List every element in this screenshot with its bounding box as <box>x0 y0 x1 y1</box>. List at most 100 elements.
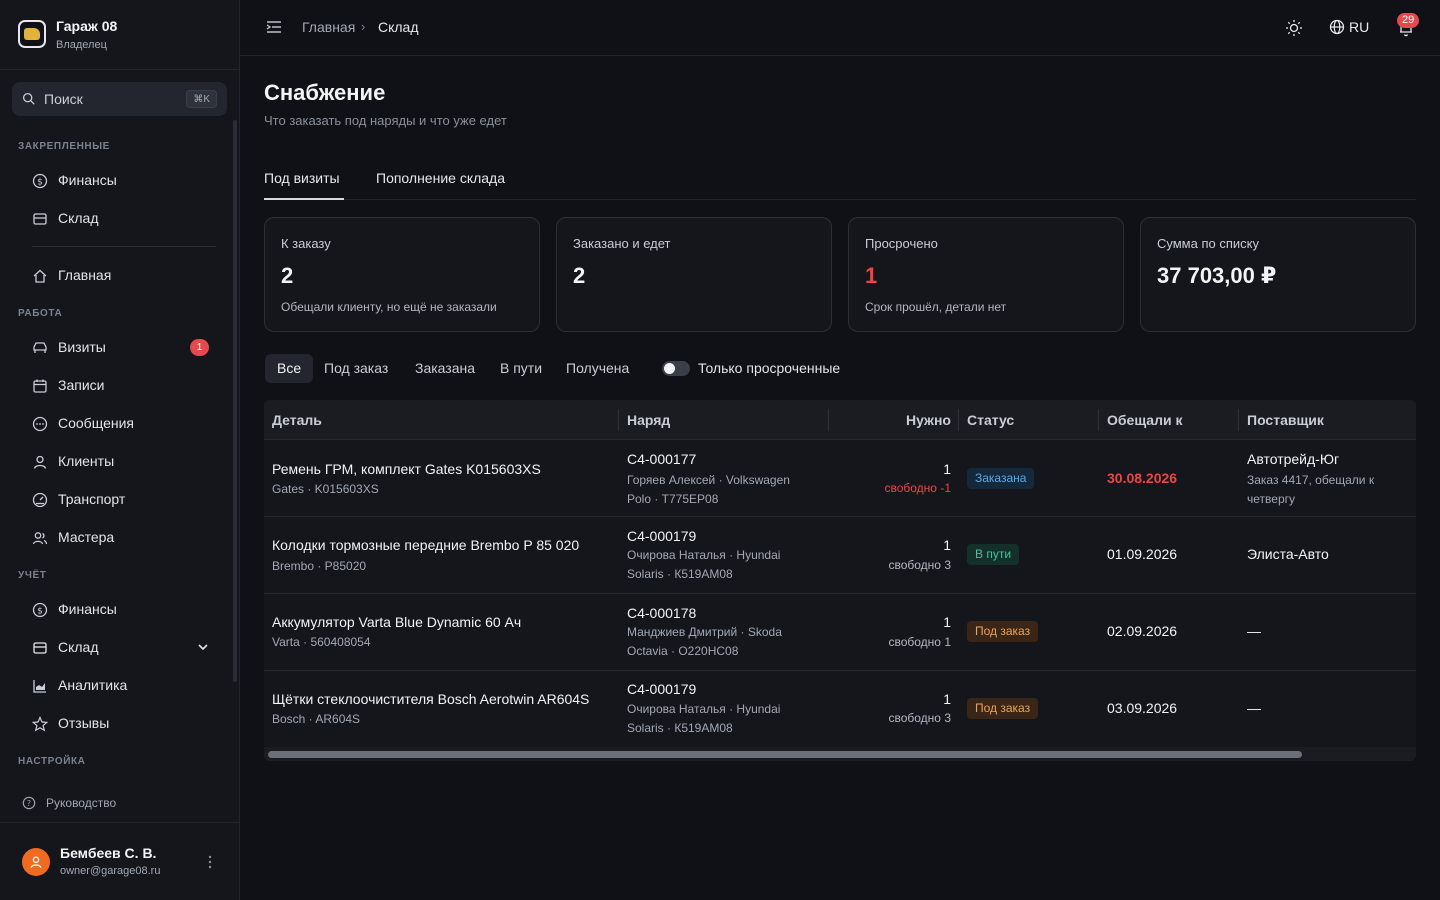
status-badge[interactable]: Под заказ <box>967 698 1039 719</box>
table-header: Деталь Наряд Нужно Статус Обещали к Пост… <box>264 400 1416 440</box>
tab-visits[interactable]: Под визиты <box>264 170 340 186</box>
sidebar-toggle-icon[interactable] <box>266 20 282 34</box>
sidebar-item-analytics[interactable]: Аналитика <box>12 668 227 702</box>
filter-to-order[interactable]: Под заказ <box>312 354 400 383</box>
stat-description: Срок прошёл, детали нет <box>865 300 1007 314</box>
sidebar-item-visits[interactable]: Визиты 1 <box>12 330 227 364</box>
tab-restock[interactable]: Пополнение склада <box>376 170 505 186</box>
sidebar-item-messages[interactable]: Сообщения <box>12 406 227 440</box>
breadcrumb-separator: › <box>361 19 366 34</box>
part-name: Аккумулятор Varta Blue Dynamic 60 Ач <box>272 614 522 630</box>
sidebar-item-appointments[interactable]: Записи <box>12 368 227 402</box>
table-row[interactable]: Аккумулятор Varta Blue Dynamic 60 Ач Var… <box>264 594 1416 671</box>
col-promised[interactable]: Обещали к <box>1107 412 1183 428</box>
free-qty: свободно 1 <box>888 635 951 649</box>
col-status[interactable]: Статус <box>967 412 1014 428</box>
box-icon <box>33 213 47 225</box>
stat-label: Сумма по списку <box>1157 236 1259 251</box>
sidebar-item-vehicles[interactable]: Транспорт <box>12 482 227 516</box>
users-icon <box>32 532 48 545</box>
search-input[interactable]: Поиск ⌘K <box>12 82 227 116</box>
svg-text:?: ? <box>27 799 31 808</box>
col-order[interactable]: Наряд <box>627 412 670 428</box>
status-badge[interactable]: Под заказ <box>967 621 1039 642</box>
sidebar-item-pinned-warehouse[interactable]: Склад <box>12 201 227 235</box>
sidebar-item-clients[interactable]: Клиенты <box>12 444 227 478</box>
filter-all[interactable]: Все <box>265 354 314 383</box>
order-client: Горяев Алексей · Volkswagen <box>627 473 790 487</box>
col-part[interactable]: Деталь <box>272 412 322 428</box>
dollar-icon: $ <box>32 602 48 618</box>
sidebar-item-label: Главная <box>58 267 112 283</box>
overdue-only-label: Только просроченные <box>698 360 841 376</box>
filter-received[interactable]: Получена <box>554 354 641 383</box>
language-switcher[interactable]: RU <box>1349 19 1369 35</box>
section-settings: НАСТРОЙКА <box>18 756 86 767</box>
table-row[interactable]: Ремень ГРМ, комплект Gates K015603XS Gat… <box>264 440 1416 517</box>
scrollbar-thumb[interactable] <box>268 751 1302 758</box>
guide-label: Руководство <box>46 796 117 810</box>
sidebar: Гараж 08 Владелец Поиск ⌘K ЗАКРЕПЛЕННЫЕ … <box>0 0 240 900</box>
order-number[interactable]: С4-000177 <box>627 451 696 467</box>
breadcrumb-home[interactable]: Главная <box>302 19 355 35</box>
table-row[interactable]: Щётки стеклоочистителя Bosch Aerotwin AR… <box>264 671 1416 748</box>
order-vehicle: Solaris · К519АМ08 <box>627 567 733 581</box>
sidebar-item-label: Визиты <box>58 339 106 355</box>
status-badge[interactable]: Заказана <box>967 468 1035 489</box>
supplier-name: — <box>1247 700 1261 716</box>
brand[interactable]: Гараж 08 Владелец <box>0 0 240 70</box>
chevron-down-icon[interactable] <box>197 642 209 652</box>
sidebar-item-mechanics[interactable]: Мастера <box>12 520 227 554</box>
svg-text:$: $ <box>37 607 43 617</box>
sidebar-item-pinned-finance[interactable]: $ Финансы <box>12 163 227 197</box>
sidebar-item-label: Финансы <box>58 172 117 188</box>
stat-value: 37 703,00 ₽ <box>1157 263 1277 288</box>
filter-in-transit[interactable]: В пути <box>488 354 554 383</box>
theme-toggle-icon[interactable] <box>1285 19 1303 37</box>
globe-icon[interactable] <box>1329 19 1345 35</box>
sidebar-item-label: Клиенты <box>58 453 115 469</box>
promised-date: 02.09.2026 <box>1107 623 1178 639</box>
order-vehicle: Polo · Т775ЕР08 <box>627 492 719 506</box>
sidebar-item-label: Склад <box>58 210 99 226</box>
svg-text:$: $ <box>37 178 43 188</box>
brand-role: Владелец <box>56 39 107 51</box>
order-number[interactable]: С4-000178 <box>627 605 696 621</box>
active-tab-indicator <box>264 198 344 200</box>
overdue-only-toggle[interactable] <box>662 361 690 376</box>
user-menu[interactable]: Бембеев С. В. owner@garage08.ru <box>0 822 240 900</box>
chat-icon <box>32 416 48 432</box>
sidebar-item-warehouse[interactable]: Склад <box>12 630 227 664</box>
stat-card-ordered: Заказано и едет 2 <box>556 217 832 332</box>
sidebar-item-finance[interactable]: $ Финансы <box>12 592 227 626</box>
search-placeholder: Поиск <box>44 91 83 107</box>
table-horizontal-scrollbar[interactable] <box>264 747 1416 761</box>
stat-value: 2 <box>573 263 586 288</box>
col-need[interactable]: Нужно <box>906 412 951 428</box>
search-icon <box>22 92 35 105</box>
sidebar-item-home[interactable]: Главная <box>12 258 227 292</box>
order-number[interactable]: С4-000179 <box>627 528 696 544</box>
help-icon: ? <box>22 796 36 810</box>
stat-label: Заказано и едет <box>573 236 671 251</box>
stat-description: Обещали клиенту, но ещё не заказали <box>281 300 497 314</box>
box-icon <box>33 642 47 654</box>
table-row[interactable]: Колодки тормозные передние Brembo P 85 0… <box>264 517 1416 594</box>
section-pinned: ЗАКРЕПЛЕННЫЕ <box>18 141 110 152</box>
more-vertical-icon[interactable] <box>204 853 216 871</box>
part-article: Gates · K015603XS <box>272 482 379 496</box>
sidebar-scrollbar[interactable] <box>233 120 237 682</box>
col-supplier[interactable]: Поставщик <box>1247 412 1324 428</box>
garage-logo-icon <box>18 20 46 48</box>
need-qty: 1 <box>943 691 951 707</box>
column-divider <box>618 409 619 431</box>
status-badge[interactable]: В пути <box>967 544 1020 565</box>
filter-ordered[interactable]: Заказана <box>403 354 487 383</box>
stat-card-to-order: К заказу 2 Обещали клиенту, но ещё не за… <box>264 217 540 332</box>
page-subtitle: Что заказать под наряды и что уже едет <box>264 113 507 128</box>
user-email: owner@garage08.ru <box>60 865 161 877</box>
sidebar-item-reviews[interactable]: Отзывы <box>12 706 227 740</box>
part-article: Bosch · AR604S <box>272 712 361 726</box>
order-number[interactable]: С4-000179 <box>627 681 696 697</box>
supplier-name: Элиста-Авто <box>1247 546 1329 562</box>
